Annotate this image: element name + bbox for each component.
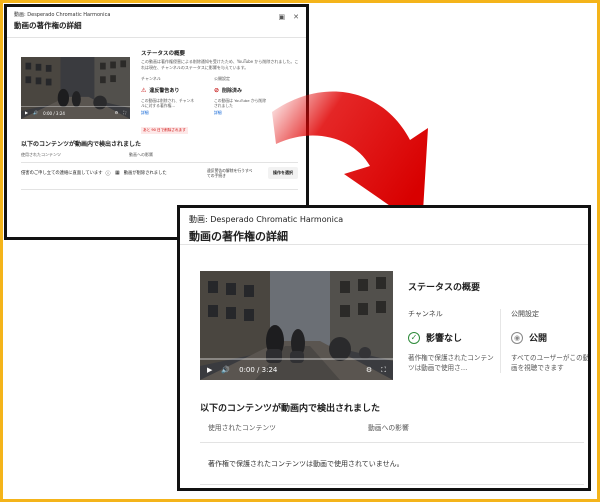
video-label: 動画: Desperado Chromatic Harmonica [14,12,111,18]
channel-status: チャンネル ⚠ 違反警告あり この動画は削除され、チャンネルに対する著作権… 詳… [141,76,196,135]
row-action-note: 違反警告の解除を行うすべての手続き [207,168,253,178]
column-content-used: 使用されたコンテンツ [208,424,276,432]
detected-content-title: 以下のコンテンツが動画内で検出されました [21,141,142,148]
feedback-icon[interactable]: ▣ [279,13,286,21]
visibility-learn-more-link[interactable]: 詳細 [214,110,269,116]
channel-heading: チャンネル [141,76,161,81]
channel-description: 著作権で保護されたコンテンツは動画で使用さ… [408,354,494,372]
player-controls: ▶ 🔊 0:00 / 3:24 ⚙ ⛶ [21,107,130,119]
status-description: この動画は著作権侵害による削除通知を受けたため、YouTube から削除されまし… [141,59,299,70]
no-copyright-content-message: 著作権で保護されたコンテンツは動画で使用されていません。 [208,460,404,468]
channel-learn-more-link[interactable]: 詳細 [141,110,196,116]
visibility-heading: 公開設定 [214,76,230,81]
check-circle-icon: ✓ [408,331,420,344]
channel-value: 影響なし [426,334,463,344]
dialog-header: 動画: Desperado Chromatic Harmonica 動画の著作権… [180,208,588,244]
table-divider [21,162,298,163]
table-divider [200,442,584,443]
row-content: 侵害のご申し立ての連絡に直面しています [21,171,103,176]
detected-content-title: 以下のコンテンツが動画内で検出されました [200,404,381,414]
volume-icon[interactable]: 🔊 [221,366,230,374]
channel-heading: チャンネル [408,310,443,318]
removal-warning-badge: あと 90 日で削除されます [141,127,188,134]
video-player[interactable]: ▶ 🔊 0:00 / 3:24 ⚙ ⛶ [200,271,393,380]
visibility-status: 公開設定 ◉ 公開 すべてのユーザーがこの動画を視聴できます [500,309,590,373]
channel-value: 違反警告あり [149,88,180,94]
table-header: 使用されたコンテンツ 動画への影響 [208,422,584,432]
fullscreen-icon[interactable]: ⛶ [381,366,386,374]
dialog-title: 動画の著作権の詳細 [189,230,288,243]
column-video-impact: 動画への影響 [129,152,153,157]
fullscreen-icon[interactable]: ⛶ [123,111,126,115]
status-summary: ステータスの概要 チャンネル ✓ 影響なし 著作権で保護されたコンテンツは動画で… [408,280,590,373]
row-divider [21,189,298,190]
status-title: ステータスの概要 [408,283,481,293]
visibility-description: すべてのユーザーがこの動画を視聴できます [511,354,590,372]
visibility-status: 公開設定 ⊘ 削除済み この動画は YouTube から削除されました 詳細 [214,76,269,135]
dialog-title: 動画の著作権の詳細 [14,21,82,30]
column-content-used: 使用されたコンテンツ [21,152,61,157]
blocked-icon: ⊘ [214,87,220,94]
time-display: 0:00 / 3:24 [239,366,278,374]
visibility-description: この動画は YouTube から削除されました [214,98,267,108]
visibility-heading: 公開設定 [511,310,539,318]
visibility-value: 公開 [529,334,548,344]
bottom-divider [200,484,584,485]
removed-video-icon: ▦ [115,170,120,176]
row-impact: 動画が削除されました [123,171,167,176]
table-row: 侵害のご申し立ての連絡に直面しています ⓘ ▦ 動画が削除されました 違反警告の… [21,167,298,179]
column-video-impact: 動画への影響 [368,424,409,432]
copyright-details-dialog-after: 動画: Desperado Chromatic Harmonica 動画の著作権… [177,205,591,491]
dialog-header: 動画: Desperado Chromatic Harmonica 動画の著作権… [7,7,306,37]
close-icon[interactable]: ✕ [293,13,299,21]
video-player[interactable]: ▶ 🔊 0:00 / 3:24 ⚙ ⛶ [21,57,130,119]
player-controls: ▶ 🔊 0:00 / 3:24 ⚙ ⛶ [200,360,393,380]
channel-description: この動画は削除され、チャンネルに対する著作権… [141,98,195,108]
help-icon[interactable]: ⓘ [106,170,111,177]
video-label: 動画: Desperado Chromatic Harmonica [189,215,344,224]
play-icon[interactable]: ▶ [207,366,212,374]
time-display: 0:00 / 3:24 [43,110,65,116]
channel-status: チャンネル ✓ 影響なし 著作権で保護されたコンテンツは動画で使用さ… [408,309,500,373]
settings-icon[interactable]: ⚙ [115,111,119,115]
play-icon[interactable]: ▶ [25,111,28,115]
header-divider [7,37,306,38]
status-title: ステータスの概要 [141,51,186,57]
globe-icon: ◉ [511,331,523,344]
table-header: 使用されたコンテンツ 動画への影響 [21,152,298,158]
visibility-value: 削除済み [222,88,243,94]
header-divider [180,244,588,245]
settings-icon[interactable]: ⚙ [366,366,372,374]
warning-triangle-icon: ⚠ [141,87,147,94]
volume-icon[interactable]: 🔊 [33,111,38,115]
